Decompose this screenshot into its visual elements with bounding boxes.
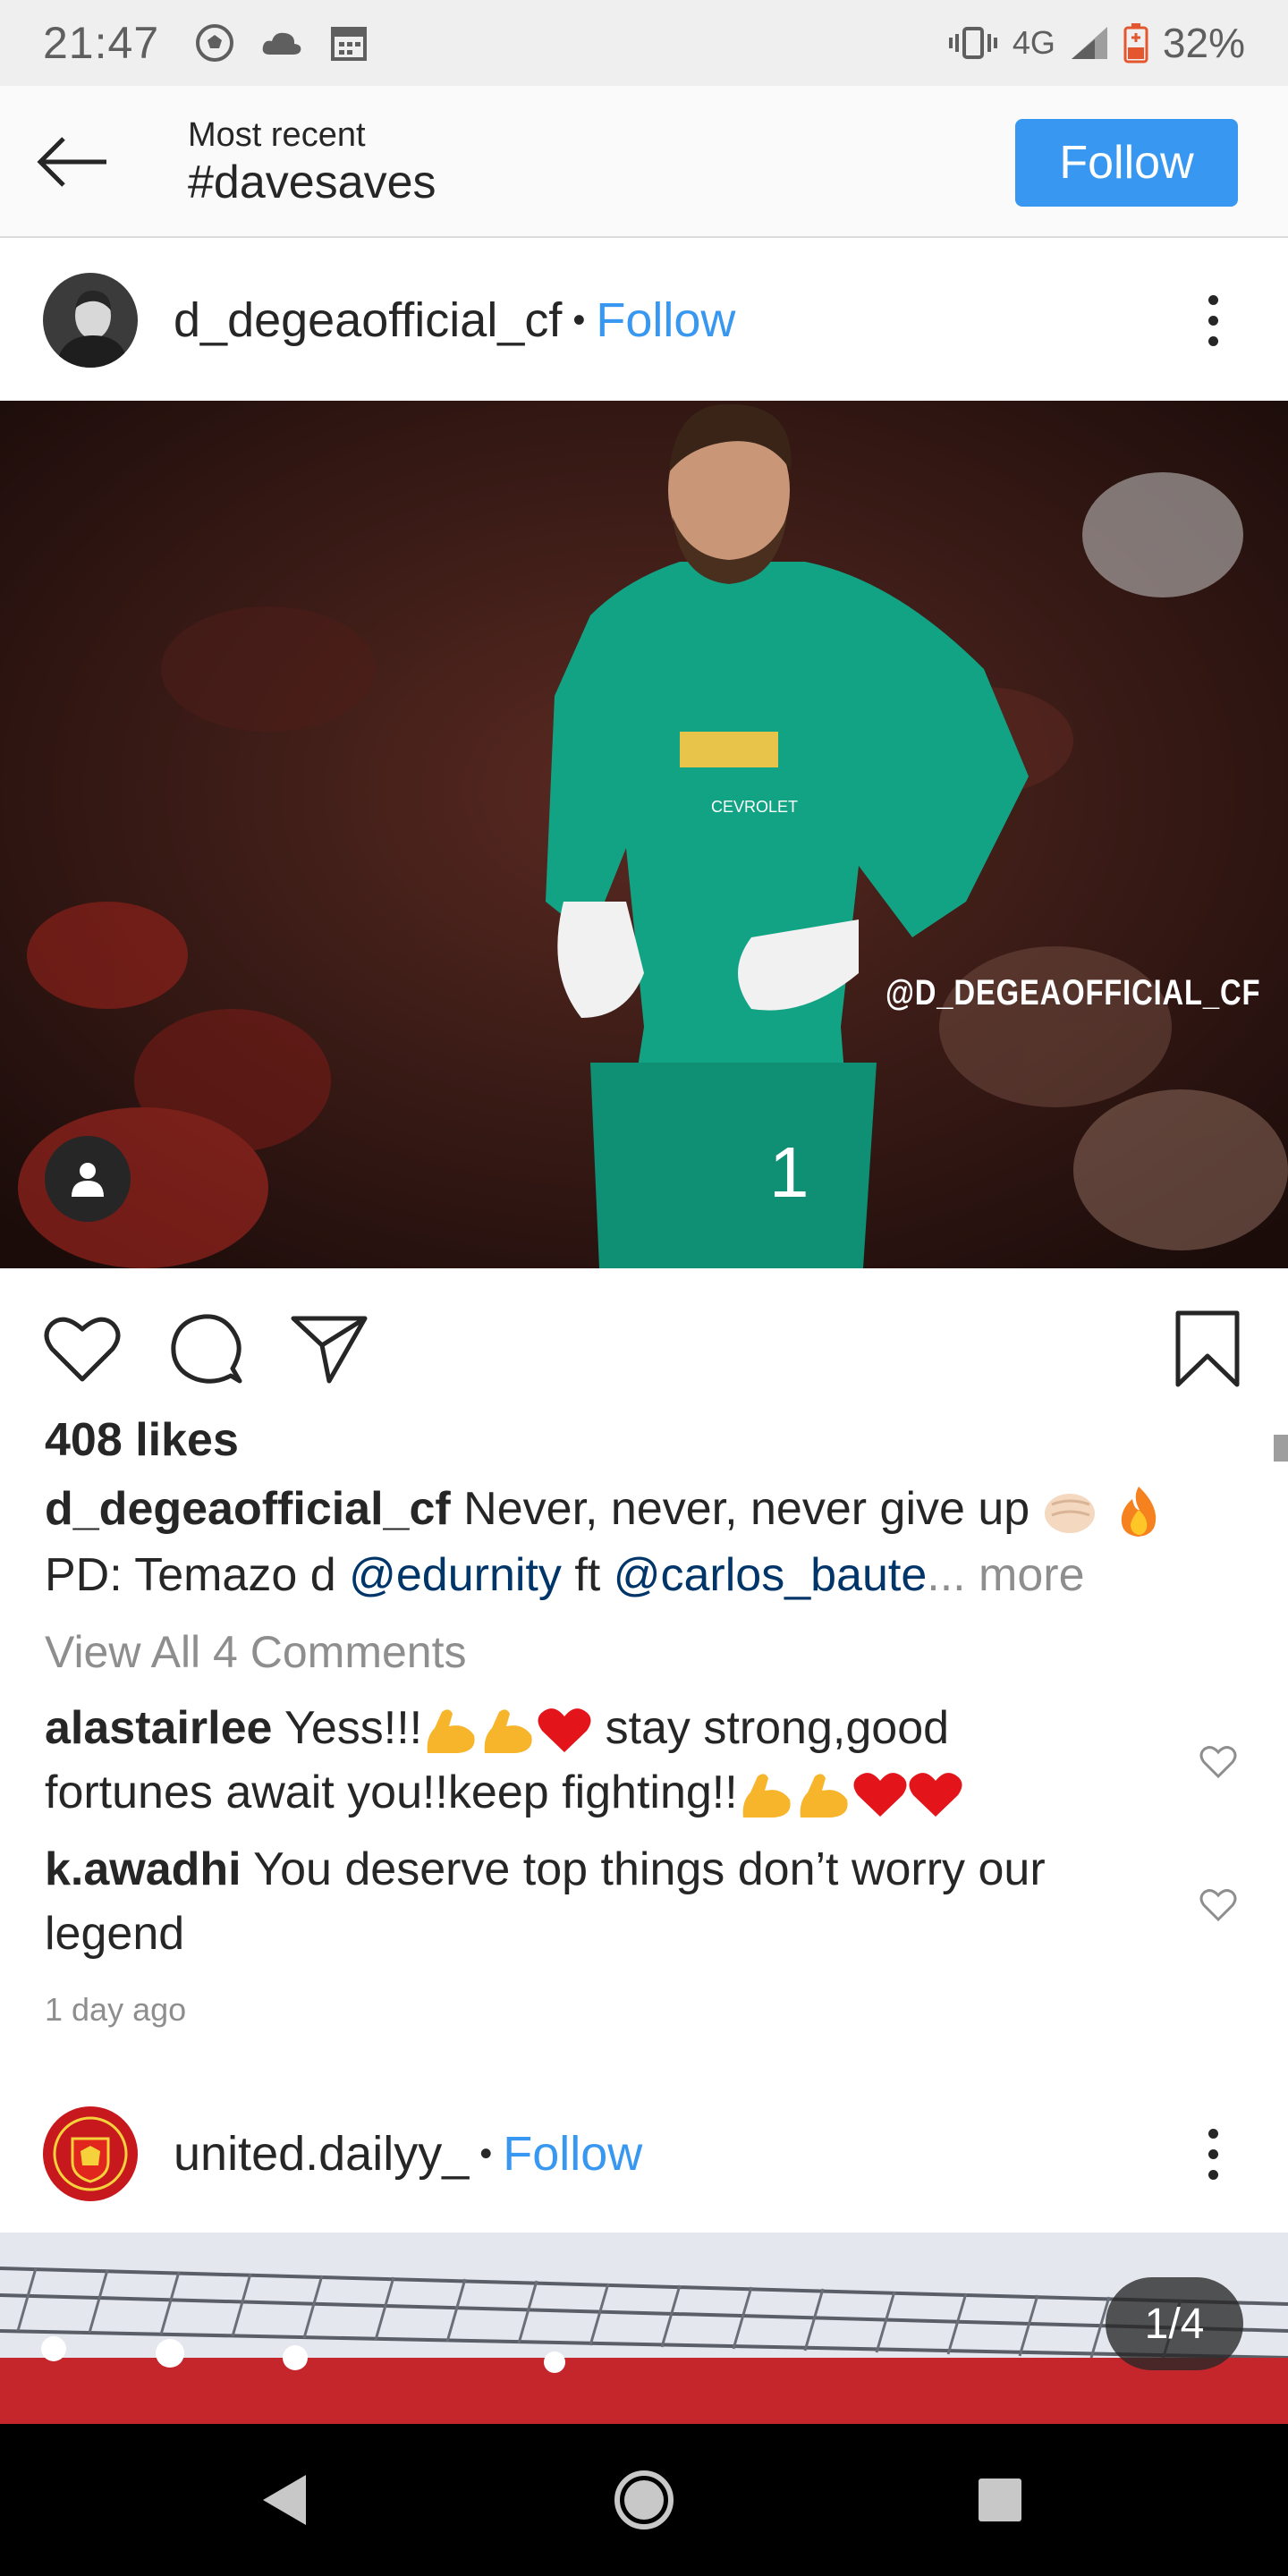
follow-user-link[interactable]: Follow <box>503 2126 642 2182</box>
network-type: 4G <box>1012 24 1055 61</box>
system-navigation-bar <box>0 2424 1288 2576</box>
like-count[interactable]: 408 likes <box>45 1413 239 1467</box>
like-button[interactable] <box>38 1304 127 1394</box>
speech-bubble-icon <box>171 1314 242 1384</box>
mention-link[interactable]: @edurnity <box>349 1549 562 1601</box>
comment-item: k.awadhi You deserve top things don’t wo… <box>45 1837 1154 1966</box>
caption-line2: PD: Temazo d <box>45 1549 336 1601</box>
avatar[interactable] <box>43 2106 138 2201</box>
dot-icon <box>1208 294 1218 305</box>
status-bar: 21:47 4G 32% <box>0 0 1288 86</box>
hashtag-header: Most recent #davesaves Follow <box>0 86 1288 238</box>
triangle-back-icon <box>263 2475 306 2525</box>
vibrate-icon <box>948 27 997 59</box>
view-all-comments-link[interactable]: View All 4 Comments <box>45 1626 466 1678</box>
soccer-ball-icon <box>196 24 234 62</box>
post-actions <box>0 1295 1288 1394</box>
caption-more-link[interactable]: more <box>979 1549 1084 1601</box>
caption-ellipsis: ... <box>927 1549 966 1601</box>
more-options-button[interactable] <box>1186 280 1240 360</box>
fist-bump-emoji-icon <box>1044 1494 1095 1534</box>
status-right: 4G 32% <box>948 19 1245 67</box>
post-author: d_degeaofficial_cf • Follow <box>174 292 735 348</box>
save-button[interactable] <box>1163 1304 1252 1394</box>
dot-icon <box>1208 2128 1218 2139</box>
header-subtitle: Most recent <box>188 116 366 154</box>
image-watermark: @D_DEGEAOFFICIAL_CF <box>886 973 1261 1013</box>
comment-button[interactable] <box>161 1304 250 1394</box>
red-heart-emoji-icon <box>853 1773 907 1818</box>
post-header: united.dailyy_ • Follow <box>0 2073 1288 2234</box>
svg-text:1: 1 <box>769 1132 809 1212</box>
comment-like-button[interactable] <box>1199 1744 1238 1784</box>
flexed-biceps-emoji-icon <box>742 1774 791 1818</box>
status-time: 21:47 <box>43 18 160 68</box>
post-author: united.dailyy_ • Follow <box>174 2126 642 2182</box>
fire-emoji-icon <box>1121 1487 1157 1538</box>
follow-user-link[interactable]: Follow <box>596 292 735 348</box>
dot-icon <box>1208 2169 1218 2180</box>
heart-icon <box>1199 1746 1237 1779</box>
square-recents-icon <box>979 2479 1021 2521</box>
post-username[interactable]: d_degeaofficial_cf <box>174 292 562 348</box>
post-image[interactable] <box>0 2233 1288 2424</box>
separator-dot: • <box>479 2133 493 2174</box>
signal-icon <box>1071 27 1107 59</box>
comment-username[interactable]: k.awadhi <box>45 1843 242 1895</box>
comment-text: Yess!!! <box>284 1702 423 1754</box>
dot-icon <box>1208 2148 1218 2159</box>
carousel-page-counter: 1/4 <box>1106 2277 1243 2370</box>
person-tag-icon <box>72 1163 104 1197</box>
more-options-button[interactable] <box>1186 2114 1240 2194</box>
flexed-biceps-emoji-icon <box>800 1774 848 1818</box>
nav-home-button[interactable] <box>599 2455 689 2545</box>
svg-text:CEVROLET: CEVROLET <box>711 798 798 816</box>
status-notification-icons <box>195 23 369 63</box>
caption-username[interactable]: d_degeaofficial_cf <box>45 1483 451 1535</box>
circle-home-icon <box>614 2470 674 2529</box>
post-username[interactable]: united.dailyy_ <box>174 2126 469 2182</box>
back-button[interactable] <box>32 122 113 202</box>
comment-text: fortunes await you!!keep fighting!! <box>45 1767 738 1818</box>
cloud-icon <box>262 32 301 55</box>
share-button[interactable] <box>284 1304 374 1394</box>
heart-icon <box>44 1317 121 1382</box>
post-image[interactable]: CEVROLET 1 @D_DEGEAOFFICIAL_CF <box>0 401 1288 1268</box>
dot-icon <box>1208 335 1218 346</box>
red-heart-emoji-icon <box>538 1708 591 1753</box>
scrollbar-thumb[interactable] <box>1274 1435 1288 1462</box>
mention-link[interactable]: @carlos_baute <box>614 1549 928 1601</box>
comment-text: stay strong,good <box>605 1702 950 1754</box>
battery-icon <box>1123 23 1148 64</box>
bookmark-icon <box>1175 1310 1240 1387</box>
calendar-icon <box>331 27 368 61</box>
heart-icon <box>1199 1889 1237 1922</box>
caption-ft: ft <box>574 1549 601 1601</box>
post-timestamp: 1 day ago <box>45 1991 187 2028</box>
dot-icon <box>1208 315 1218 326</box>
comment-username[interactable]: alastairlee <box>45 1702 272 1754</box>
follow-hashtag-button[interactable]: Follow <box>1015 119 1238 207</box>
avatar[interactable] <box>43 273 138 368</box>
arrow-left-icon <box>37 137 106 187</box>
flexed-biceps-emoji-icon <box>484 1709 532 1754</box>
comment-item: alastairlee Yess!!! stay strong,good for… <box>45 1696 1154 1825</box>
separator-dot: • <box>572 300 586 340</box>
flexed-biceps-emoji-icon <box>427 1709 475 1754</box>
page-title: #davesaves <box>188 157 436 208</box>
tagged-people-button[interactable] <box>45 1136 131 1222</box>
red-heart-emoji-icon <box>909 1773 962 1818</box>
nav-back-button[interactable] <box>240 2455 329 2545</box>
comment-like-button[interactable] <box>1199 1887 1238 1927</box>
battery-level: 32% <box>1162 20 1245 66</box>
nav-recents-button[interactable] <box>955 2455 1045 2545</box>
post-caption: d_degeaofficial_cf Never, never, never g… <box>45 1476 1243 1608</box>
caption-text: Never, never, never give up <box>463 1483 1030 1535</box>
post-header: d_degeaofficial_cf • Follow <box>0 240 1288 401</box>
paper-plane-icon <box>291 1316 368 1384</box>
